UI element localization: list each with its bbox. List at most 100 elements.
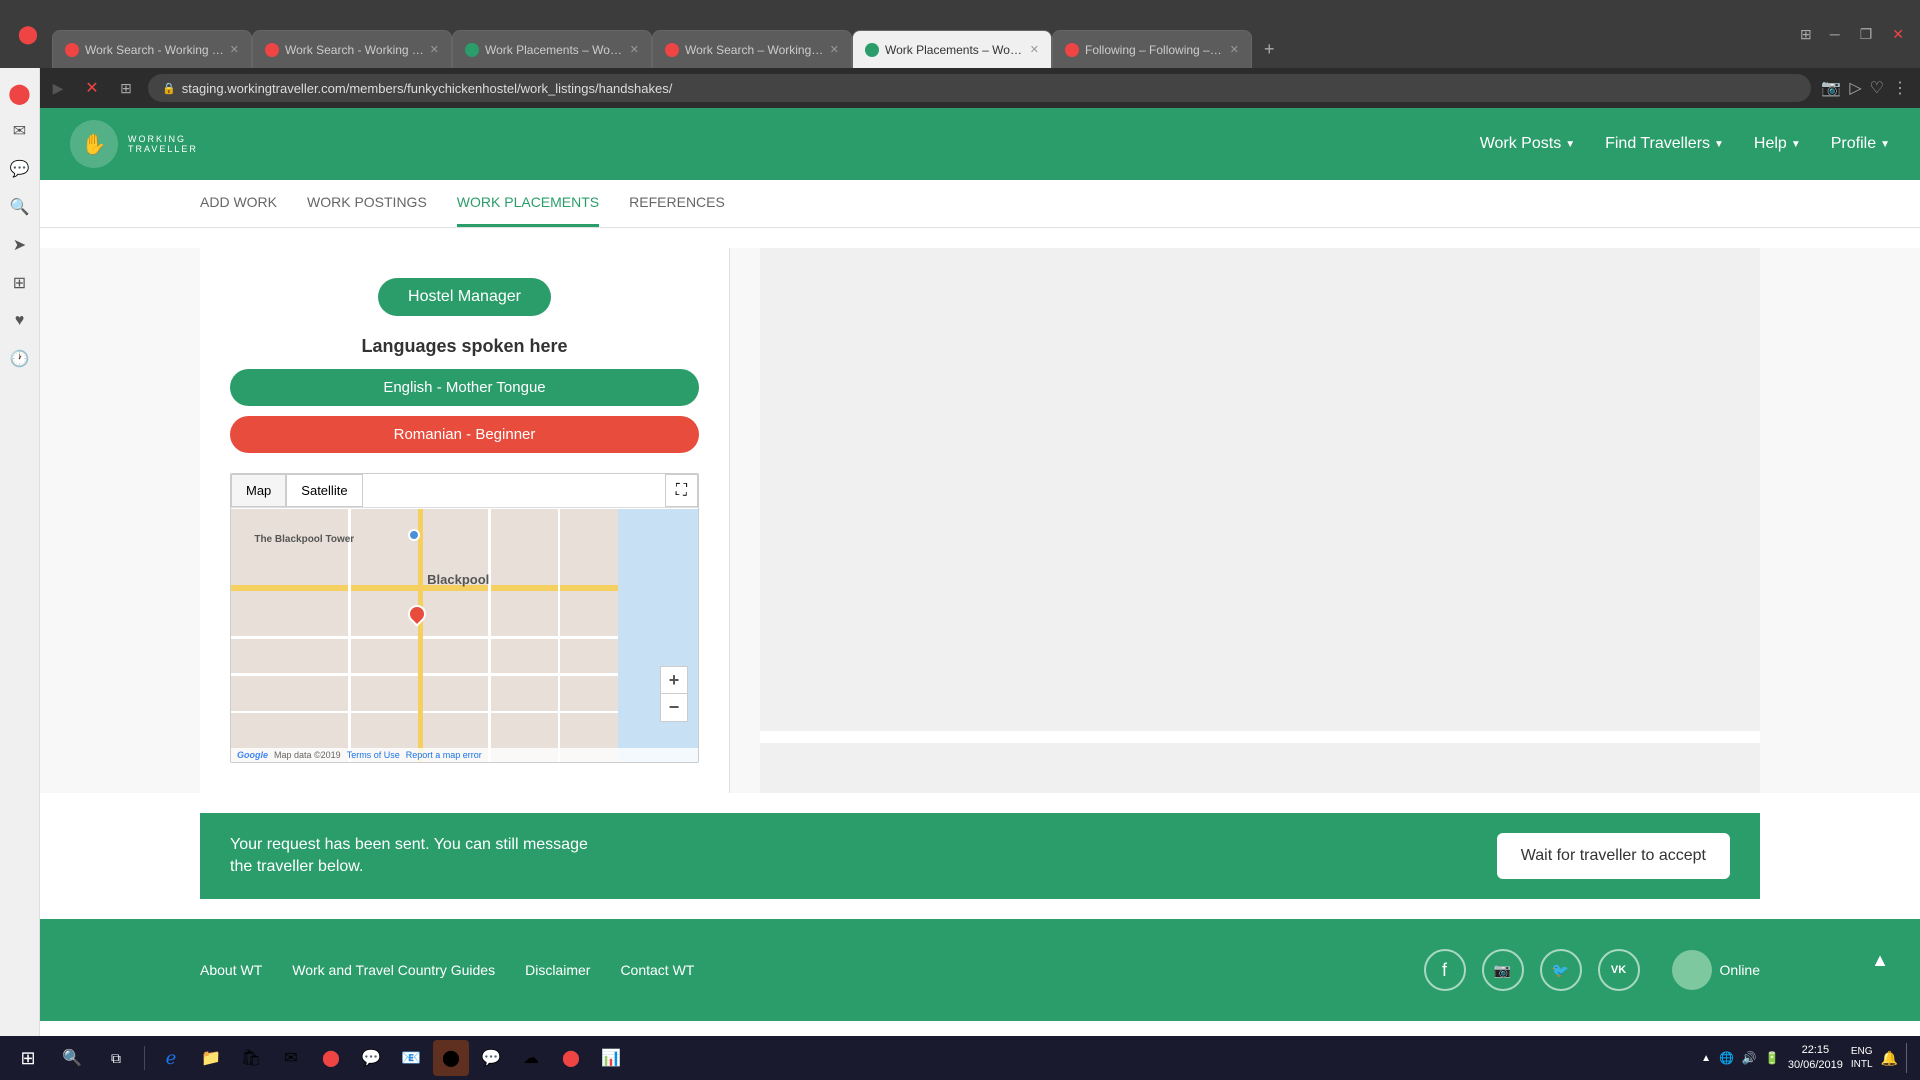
sidebar-icon-send[interactable]: ➤	[3, 228, 37, 262]
right-panel-input-area[interactable]	[760, 743, 1760, 793]
footer-contact-link[interactable]: Contact WT	[620, 962, 694, 978]
terms-link[interactable]: Terms of Use	[347, 750, 400, 760]
sidebar-icon-whatsapp[interactable]: 💬	[3, 152, 37, 186]
footer-about-link[interactable]: About WT	[200, 962, 262, 978]
tab-1-close[interactable]: ✕	[230, 43, 239, 56]
water-area	[618, 509, 698, 762]
wait-for-traveller-btn[interactable]: Wait for traveller to accept	[1497, 833, 1730, 879]
taskbar-excel-icon[interactable]: 📊	[593, 1040, 629, 1076]
taskbar-ie-icon[interactable]: ℯ	[153, 1040, 189, 1076]
nav-help[interactable]: Help ▼	[1754, 135, 1801, 153]
sub-nav-work-placements[interactable]: WORK PLACEMENTS	[457, 180, 599, 227]
forward-arrow-icon[interactable]: ▷	[1849, 78, 1861, 98]
minimize-btn[interactable]: ─	[1822, 22, 1848, 46]
taskbar-opera-icon[interactable]: ⬤	[313, 1040, 349, 1076]
tab-6-icon	[1065, 43, 1079, 57]
network-icon[interactable]: 🌐	[1719, 1051, 1734, 1065]
tab-3-close[interactable]: ✕	[630, 43, 639, 56]
footer-content: About WT Work and Travel Country Guides …	[200, 949, 1760, 991]
nav-find-travellers[interactable]: Find Travellers ▼	[1605, 135, 1724, 153]
work-posts-arrow-icon: ▼	[1565, 139, 1575, 150]
role-button[interactable]: Hostel Manager	[378, 278, 551, 316]
tab-5[interactable]: Work Placements – Work P ✕	[852, 30, 1052, 68]
map-background[interactable]: The Blackpool Tower Blackpool 🧍 +	[231, 509, 698, 762]
sidebar-icon-grid[interactable]: ⊞	[3, 266, 37, 300]
online-avatar	[1672, 950, 1712, 990]
taskbar-explorer-icon[interactable]: 📁	[193, 1040, 229, 1076]
map-btn[interactable]: Map	[231, 474, 286, 507]
taskbar-mail2-icon[interactable]: 📧	[393, 1040, 429, 1076]
romanian-language-btn[interactable]: Romanian - Beginner	[230, 416, 699, 453]
road-5	[418, 509, 423, 762]
taskbar-up-arrow[interactable]: ▲	[1701, 1053, 1711, 1064]
taskbar-skype-icon[interactable]: 💬	[353, 1040, 389, 1076]
sidebar-icon-history[interactable]: 🕐	[3, 342, 37, 376]
sub-nav-add-work[interactable]: ADD WORK	[200, 180, 277, 227]
tab-6-close[interactable]: ✕	[1230, 43, 1239, 56]
forward-btn[interactable]: ▶	[46, 80, 70, 97]
taskbar-search-btn[interactable]: 🔍	[52, 1040, 92, 1076]
tab-5-close[interactable]: ✕	[1030, 43, 1039, 56]
taskbar-store-icon[interactable]: 🛍	[233, 1040, 269, 1076]
zoom-in-btn[interactable]: +	[660, 666, 688, 694]
tab-2-close[interactable]: ✕	[430, 43, 439, 56]
battery-icon[interactable]: 🔋	[1765, 1051, 1780, 1065]
address-bar[interactable]: 🔒 staging.workingtraveller.com/members/f…	[148, 74, 1811, 102]
tab-6[interactable]: Following – Following – Jo ✕	[1052, 30, 1252, 68]
new-tab-btn[interactable]: +	[1252, 30, 1288, 68]
volume-icon[interactable]: 🔊	[1742, 1051, 1757, 1065]
taskbar-task-view-btn[interactable]: ⧉	[96, 1040, 136, 1076]
taskbar-red-icon[interactable]: ⬤	[553, 1040, 589, 1076]
sub-nav-references[interactable]: REFERENCES	[629, 180, 725, 227]
more-icon[interactable]: ⋮	[1892, 78, 1908, 98]
taskbar-time[interactable]: 22:15 30/06/2019	[1788, 1043, 1843, 1074]
taskbar-mail-icon[interactable]: ✉	[273, 1040, 309, 1076]
restore-btn[interactable]: ❐	[1852, 22, 1881, 47]
camera-icon[interactable]: 📷	[1821, 78, 1841, 98]
stop-btn[interactable]: ✕	[80, 78, 104, 98]
taskbar-cloud-icon[interactable]: ☁	[513, 1040, 549, 1076]
map-fullscreen-btn[interactable]: ⛶	[665, 474, 698, 507]
sidebar-icon-opera[interactable]: ⬤	[3, 76, 37, 110]
nav-profile[interactable]: Profile ▼	[1831, 135, 1890, 153]
taskbar-opera2-icon[interactable]: ⬤	[433, 1040, 469, 1076]
sidebar-icon-search[interactable]: 🔍	[3, 190, 37, 224]
bookmark-icon[interactable]: ♡	[1870, 78, 1884, 98]
zoom-controls: + −	[660, 666, 688, 722]
tab-4-label: Work Search – Working Tra	[685, 43, 824, 57]
tab-bar: Work Search - Working Tra ✕ Work Search …	[52, 0, 1790, 68]
zoom-out-btn[interactable]: −	[660, 694, 688, 722]
grid-btn[interactable]: ⊞	[114, 80, 138, 97]
show-desktop-btn[interactable]	[1906, 1043, 1912, 1073]
sub-nav-work-postings[interactable]: WORK POSTINGS	[307, 180, 427, 227]
tab-4-close[interactable]: ✕	[830, 43, 839, 56]
satellite-btn[interactable]: Satellite	[286, 474, 362, 507]
language-indicator[interactable]: ENG INTL	[1851, 1045, 1873, 1071]
instagram-icon[interactable]: 📷	[1482, 949, 1524, 991]
work-posts-label: Work Posts	[1480, 135, 1562, 153]
tab-4[interactable]: Work Search – Working Tra ✕	[652, 30, 852, 68]
footer-disclaimer-link[interactable]: Disclaimer	[525, 962, 590, 978]
english-language-btn[interactable]: English - Mother Tongue	[230, 369, 699, 406]
footer-guides-link[interactable]: Work and Travel Country Guides	[292, 962, 495, 978]
sidebar-icon-heart[interactable]: ♥	[3, 304, 37, 338]
sidebar-icon-newsfeed[interactable]: ✉	[3, 114, 37, 148]
tab-1[interactable]: Work Search - Working Tra ✕	[52, 30, 252, 68]
footer: About WT Work and Travel Country Guides …	[40, 919, 1920, 1021]
notification-center-btn[interactable]: 🔔	[1881, 1050, 1898, 1067]
logo[interactable]: ✋ WORKING TRAVELLER	[70, 120, 198, 168]
help-arrow-icon: ▼	[1791, 139, 1801, 150]
opera-menu-btn[interactable]: ⬤	[8, 16, 48, 52]
report-link[interactable]: Report a map error	[406, 750, 482, 760]
facebook-icon[interactable]: f	[1424, 949, 1466, 991]
tab-2[interactable]: Work Search - Working Tra ✕	[252, 30, 452, 68]
scroll-to-top-btn[interactable]: ▲	[1860, 940, 1900, 980]
close-btn[interactable]: ✕	[1884, 22, 1912, 47]
tab-3[interactable]: Work Placements – Work P ✕	[452, 30, 652, 68]
start-btn[interactable]: ⊞	[8, 1040, 48, 1076]
nav-work-posts[interactable]: Work Posts ▼	[1480, 135, 1575, 153]
twitter-icon[interactable]: 🐦	[1540, 949, 1582, 991]
window-controls-extra[interactable]: ⊞	[1794, 22, 1818, 47]
taskbar-whatsapp-icon[interactable]: 💬	[473, 1040, 509, 1076]
vk-icon[interactable]: VK	[1598, 949, 1640, 991]
